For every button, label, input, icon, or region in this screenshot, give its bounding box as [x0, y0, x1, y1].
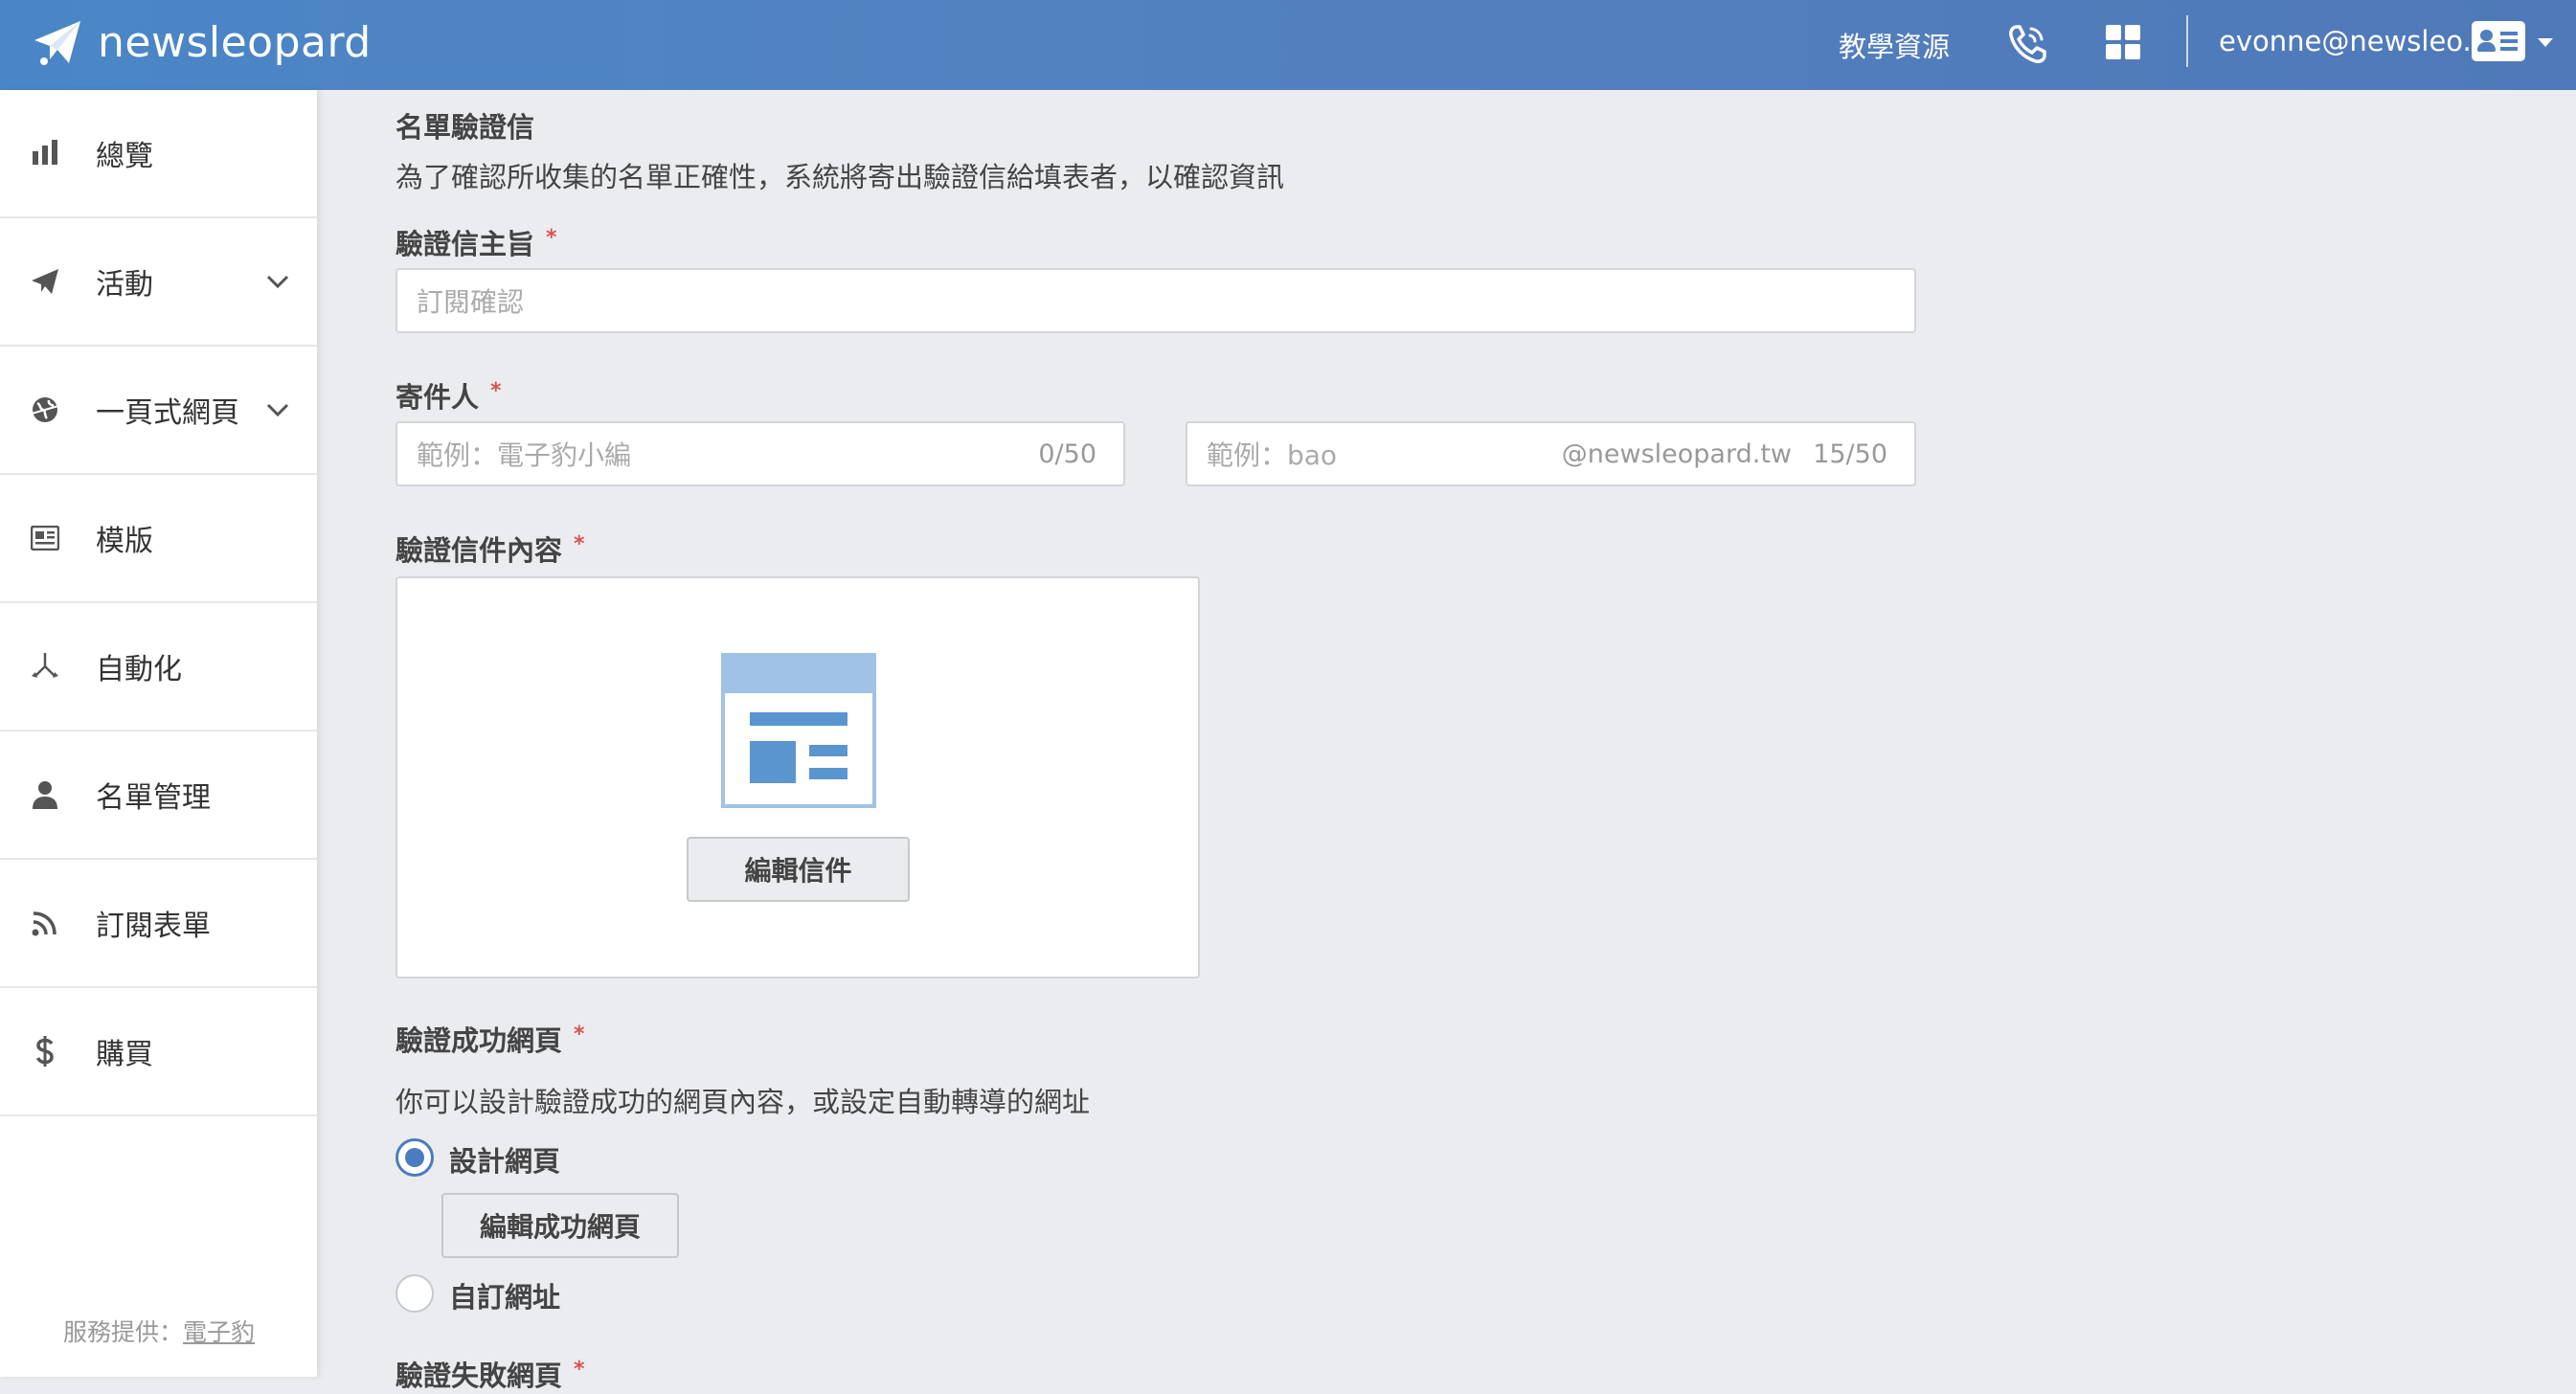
newspaper-icon [29, 522, 61, 554]
paper-plane-icon [29, 265, 61, 298]
required-mark: * [574, 532, 585, 556]
dollar-icon [29, 1035, 61, 1068]
sidebar-item-label: 訂閱表單 [96, 910, 211, 943]
sidebar-item-label: 自動化 [96, 653, 182, 686]
section-title: 名單驗證信 [395, 111, 535, 144]
apps-grid-icon[interactable] [2106, 25, 2140, 59]
sender-label: 寄件人 * [395, 379, 502, 414]
sender-name-input[interactable]: 範例：電子豹小編 0/50 [395, 421, 1125, 486]
radio-custom-url-label[interactable]: 自訂網址 [449, 1275, 560, 1315]
service-provider-footer: 服務提供：電子豹 [0, 1314, 318, 1348]
top-bar: newsleopard 教學資源 evonne@newsleo... [0, 0, 2576, 90]
user-icon [29, 778, 61, 811]
sidebar-item-label: 活動 [96, 268, 153, 302]
sidebar-item-landing-pages[interactable]: 一頁式網頁 [0, 347, 317, 475]
phone-icon[interactable] [2007, 23, 2047, 65]
content-label: 驗證信件內容 * [395, 532, 585, 567]
sidebar-item-templates[interactable]: 模版 [0, 475, 317, 603]
sidebar-item-label: 名單管理 [96, 781, 211, 815]
chevron-down-icon[interactable] [263, 395, 292, 424]
rss-icon [29, 907, 61, 939]
header-divider [2186, 15, 2188, 67]
sender-address-counter: 15/50 [1813, 438, 1887, 469]
logo-paper-plane-icon [34, 21, 80, 65]
brand-name: newsleopard [98, 17, 372, 67]
tutorial-link[interactable]: 教學資源 [1839, 25, 1950, 65]
sender-address-input[interactable]: 範例：bao @newsleopard.tw 15/50 [1186, 421, 1916, 486]
sidebar-item-label: 模版 [96, 525, 153, 558]
edit-email-button[interactable]: 編輯信件 [687, 837, 910, 902]
email-template-icon [721, 653, 876, 808]
sidebar: 總覽 活動 一頁式網頁 模版 自動化 名單管理 訂閱表單 購買 服務提供：電子豹 [0, 90, 318, 1377]
radio-design-page-label[interactable]: 設計網頁 [449, 1139, 560, 1180]
sidebar-item-contacts[interactable]: 名單管理 [0, 731, 317, 860]
required-mark: * [490, 379, 502, 403]
sender-domain: @newsleopard.tw [1561, 438, 1792, 469]
footer-provider-link[interactable]: 電子豹 [183, 1318, 255, 1346]
radio-custom-url[interactable] [395, 1274, 434, 1313]
bar-chart-icon [29, 137, 61, 169]
sidebar-item-overview[interactable]: 總覽 [0, 90, 317, 218]
required-mark: * [546, 226, 557, 250]
success-page-description: 你可以設計驗證成功的網頁內容，或設定自動轉導的網址 [395, 1086, 1091, 1118]
fail-page-label: 驗證失敗網頁 * [395, 1358, 585, 1392]
brand-logo[interactable]: newsleopard [31, 11, 372, 73]
sidebar-item-campaigns[interactable]: 活動 [0, 218, 317, 347]
subject-placeholder: 訂閱確認 [417, 286, 525, 318]
edit-success-page-button[interactable]: 編輯成功網頁 [441, 1193, 679, 1258]
success-page-label: 驗證成功網頁 * [395, 1023, 585, 1057]
required-mark: * [574, 1358, 585, 1382]
sidebar-item-label: 一頁式網頁 [96, 396, 239, 430]
sidebar-item-automation[interactable]: 自動化 [0, 603, 317, 731]
required-mark: * [574, 1023, 585, 1046]
radio-design-page[interactable] [395, 1138, 434, 1177]
subject-label: 驗證信主旨 * [395, 226, 557, 260]
section-description: 為了確認所收集的名單正確性，系統將寄出驗證信給填表者，以確認資訊 [395, 161, 1285, 193]
globe-icon [29, 393, 61, 426]
sender-name-placeholder: 範例：電子豹小編 [417, 439, 632, 471]
sidebar-item-label: 購買 [96, 1038, 153, 1071]
chevron-down-icon[interactable] [263, 267, 292, 296]
sidebar-item-purchase[interactable]: 購買 [0, 988, 317, 1116]
footer-prefix: 服務提供： [62, 1318, 183, 1346]
account-dropdown-caret-icon[interactable] [2538, 38, 2553, 47]
subject-input[interactable]: 訂閱確認 [395, 268, 1916, 333]
sidebar-item-label: 總覽 [96, 140, 153, 173]
account-card-icon[interactable] [2472, 21, 2525, 61]
account-email[interactable]: evonne@newsleo... [2219, 25, 2489, 57]
workflow-icon [29, 650, 61, 683]
email-content-preview: 編輯信件 [395, 576, 1200, 978]
sidebar-item-subscription-forms[interactable]: 訂閱表單 [0, 860, 317, 988]
sender-name-counter: 0/50 [1038, 438, 1096, 469]
sender-address-placeholder: 範例：bao [1207, 439, 1338, 471]
